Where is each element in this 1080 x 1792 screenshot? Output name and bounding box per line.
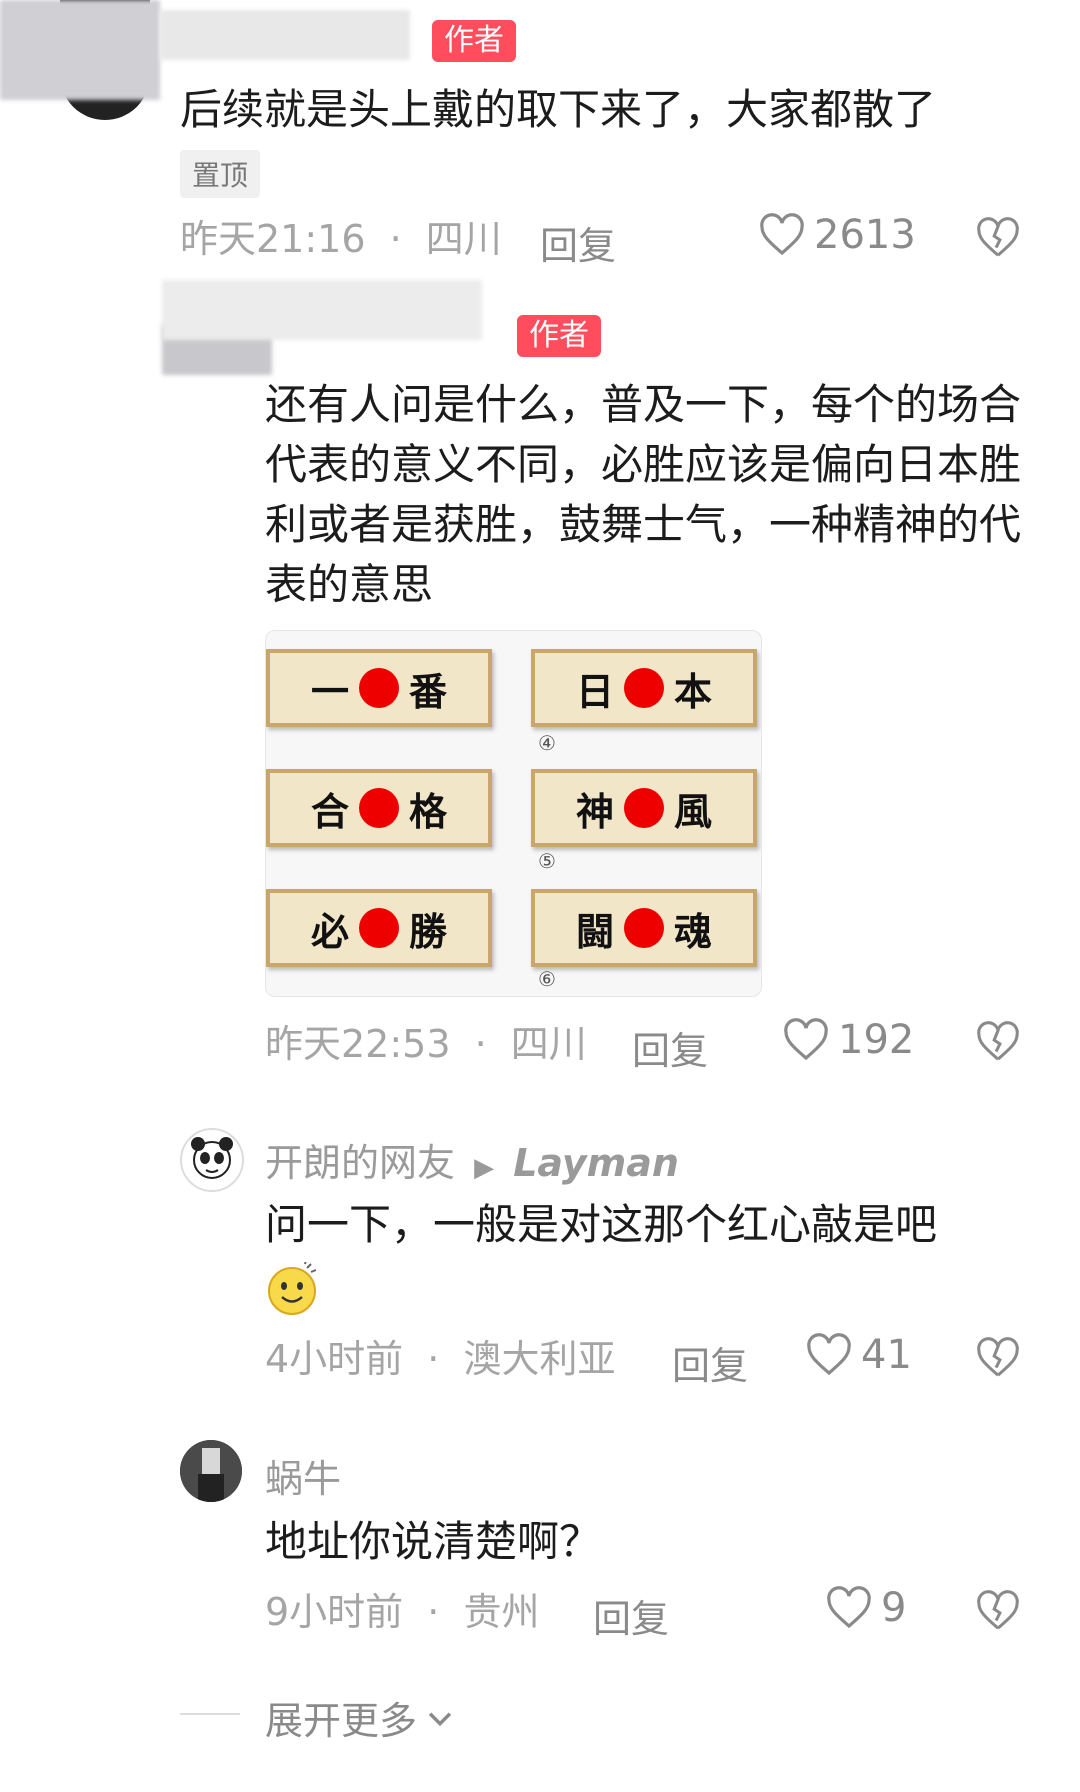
like-count: 2613 [814, 212, 916, 258]
grin-emoji-icon [265, 1259, 319, 1316]
broken-heart-icon [977, 217, 1019, 257]
dislike-button[interactable] [972, 1334, 1024, 1382]
headband-card: 日本 [531, 649, 757, 727]
like-count: 192 [838, 1017, 915, 1063]
heart-icon [760, 213, 804, 256]
author-tag: 作者 [432, 20, 516, 62]
location: 澳大利亚 [463, 1337, 616, 1381]
comment-header: 开朗的网友 ▶ Layman [265, 1132, 679, 1187]
username[interactable]: 开朗的网友 [265, 1141, 455, 1185]
headband-card: 神風 [531, 769, 757, 847]
comment-meta: 昨天22:53 · 四川 [265, 1020, 587, 1068]
dislike-button[interactable] [972, 214, 1024, 262]
chevron-down-icon [428, 1712, 452, 1726]
expand-more-divider [180, 1713, 240, 1715]
username-blurred[interactable] [160, 10, 410, 60]
separator: · [389, 217, 402, 261]
dislike-button[interactable] [972, 1587, 1024, 1635]
dislike-button[interactable] [972, 1018, 1024, 1066]
reply-to-username[interactable]: Layman [513, 1141, 679, 1185]
author-tag: 作者 [517, 315, 601, 357]
like-count: 41 [861, 1332, 912, 1378]
comment-text[interactable]: 还有人问是什么，普及一下，每个的场合代表的意义不同，必胜应该是偏向日本胜利或者是… [265, 375, 1040, 615]
comment-meta: 昨天21:16 · 四川 [180, 215, 502, 263]
pinned-badge: 置顶 [180, 150, 261, 198]
reply-button[interactable]: 回复 [540, 215, 616, 270]
separator: · [427, 1590, 440, 1634]
reply-arrow-icon: ▶ [474, 1153, 495, 1183]
like-button[interactable]: 9 [825, 1585, 906, 1631]
heart-icon [827, 1586, 871, 1629]
location: 贵州 [463, 1590, 540, 1634]
person-avatar-icon [180, 1440, 242, 1502]
like-button[interactable]: 41 [805, 1332, 912, 1378]
image-number: ⑥ [538, 967, 556, 991]
location: 四川 [425, 217, 502, 261]
comment-text[interactable]: 问一下，一般是对这那个红心敲是吧 [265, 1195, 1040, 1255]
like-count: 9 [881, 1585, 907, 1631]
like-button[interactable]: 2613 [758, 212, 916, 258]
comment-text[interactable]: 地址你说清楚啊？ [265, 1512, 1040, 1572]
username[interactable]: 蜗牛 [265, 1448, 341, 1503]
avatar[interactable] [180, 1128, 244, 1192]
username-blurred[interactable] [162, 280, 482, 340]
broken-heart-icon [977, 1021, 1019, 1061]
like-button[interactable]: 192 [782, 1017, 914, 1063]
reply-button[interactable]: 回复 [593, 1588, 669, 1643]
comment-meta: 4小时前 · 澳大利亚 [265, 1335, 615, 1383]
timestamp: 昨天22:53 [265, 1022, 451, 1066]
separator: · [474, 1022, 487, 1066]
headband-card: 一番 [266, 649, 492, 727]
image-number: ⑤ [538, 849, 556, 873]
broken-heart-icon [977, 1590, 1019, 1630]
location: 四川 [510, 1022, 587, 1066]
separator: · [427, 1337, 440, 1381]
timestamp: 9小时前 [265, 1590, 404, 1634]
panda-avatar-icon [191, 1137, 233, 1179]
comment-image[interactable]: 一番 日本 合格 神風 必勝 闘魂 ④ ⑤ ⑥ [265, 630, 762, 997]
expand-more-button[interactable]: 展开更多 [265, 1690, 457, 1745]
headband-card: 必勝 [266, 889, 492, 967]
heart-icon [807, 1333, 851, 1376]
comment-text[interactable]: 后续就是头上戴的取下来了，大家都散了 [180, 80, 1040, 140]
broken-heart-icon [977, 1337, 1019, 1377]
expand-more-label: 展开更多 [265, 1699, 418, 1743]
image-number: ④ [538, 731, 556, 755]
reply-button[interactable]: 回复 [632, 1020, 708, 1075]
headband-card: 合格 [266, 769, 492, 847]
timestamp: 4小时前 [265, 1337, 404, 1381]
heart-icon [784, 1018, 828, 1061]
timestamp: 昨天21:16 [180, 217, 366, 261]
reply-button[interactable]: 回复 [672, 1335, 748, 1390]
avatar[interactable] [180, 1440, 242, 1502]
username-blurred[interactable] [0, 0, 160, 100]
comment-meta: 9小时前 · 贵州 [265, 1588, 539, 1636]
headband-card: 闘魂 [531, 889, 757, 967]
